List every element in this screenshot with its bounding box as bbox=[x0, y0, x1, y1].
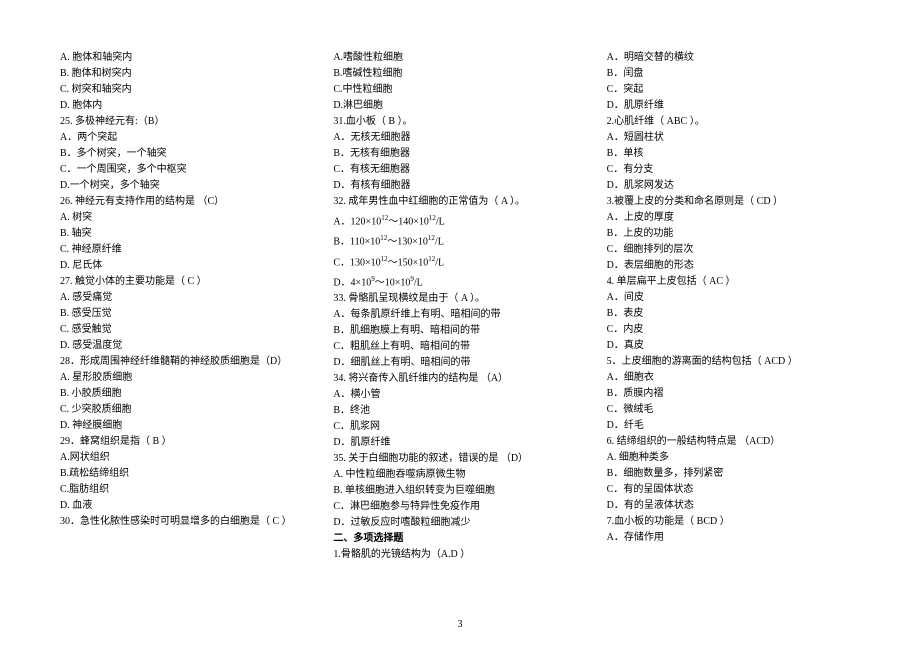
text-line: 1.骨骼肌的光镜结构为（A.D ） bbox=[333, 547, 586, 563]
text-line: B．无核有细胞器 bbox=[333, 146, 586, 162]
text-line: A．120×1012～140×1012/L bbox=[333, 210, 586, 230]
text-line: 26. 神经元有支持作用的结构是 （C） bbox=[60, 194, 313, 210]
text-line: A.嗜酸性粒细胞 bbox=[333, 50, 586, 66]
text-line: 二、多项选择题 bbox=[333, 531, 586, 547]
text-line: A．两个突起 bbox=[60, 130, 313, 146]
text-line: A. 感受痛觉 bbox=[60, 290, 313, 306]
text-line: B．单核 bbox=[607, 146, 860, 162]
text-line: 4. 单层扁平上皮包括（ AC ） bbox=[607, 274, 860, 290]
text-line: 27. 触觉小体的主要功能是（ C ） bbox=[60, 274, 313, 290]
text-line: A. 星形胶质细胞 bbox=[60, 370, 313, 386]
text-line: 3.被覆上皮的分类和命名原则是（ CD ） bbox=[607, 194, 860, 210]
text-line: D. 血液 bbox=[60, 498, 313, 514]
text-line: A．存储作用 bbox=[607, 530, 860, 546]
text-line: 31.血小板（ B ）。 bbox=[333, 114, 586, 130]
text-line: B．细胞数量多，排列紧密 bbox=[607, 466, 860, 482]
text-line: A．间皮 bbox=[607, 290, 860, 306]
text-line: 35. 关于白细胞功能的叙述，错误的是 （D） bbox=[333, 451, 586, 467]
text-line: B．闰盘 bbox=[607, 66, 860, 82]
text-line: B. 小胶质细胞 bbox=[60, 386, 313, 402]
text-line: C.中性粒细胞 bbox=[333, 82, 586, 98]
text-line: D. 神经膜细胞 bbox=[60, 418, 313, 434]
text-line: B．110×1012～130×1012/L bbox=[333, 230, 586, 250]
text-line: A．每条肌原纤维上有明、暗相间的带 bbox=[333, 307, 586, 323]
content-columns: A. 胞体和轴突内B. 胞体和树突内C. 树突和轴突内D. 胞体内25. 多极神… bbox=[60, 50, 860, 610]
text-line: C. 少突胶质细胞 bbox=[60, 402, 313, 418]
text-line: B．肌细胞膜上有明、暗相间的带 bbox=[333, 323, 586, 339]
text-line: A．短圆柱状 bbox=[607, 130, 860, 146]
text-line: D．肌原纤维 bbox=[333, 435, 586, 451]
text-line: A. 胞体和轴突内 bbox=[60, 50, 313, 66]
page-number: 3 bbox=[458, 619, 463, 630]
text-line: D．4×109～10×109/L bbox=[333, 271, 586, 291]
text-line: C．微绒毛 bbox=[607, 402, 860, 418]
text-line: D. 尼氏体 bbox=[60, 258, 313, 274]
text-line: B．质膜内褶 bbox=[607, 386, 860, 402]
text-line: B．上皮的功能 bbox=[607, 226, 860, 242]
text-line: B.嗜碱性粒细胞 bbox=[333, 66, 586, 82]
text-line: D. 胞体内 bbox=[60, 98, 313, 114]
text-line: D．真皮 bbox=[607, 338, 860, 354]
text-line: A．无核无细胞器 bbox=[333, 130, 586, 146]
text-line: D. 感受温度觉 bbox=[60, 338, 313, 354]
text-line: 30．急性化脓性感染时可明显增多的白细胞是（ C ） bbox=[60, 514, 313, 530]
text-line: 33. 骨骼肌呈现横纹是由于（ A ）。 bbox=[333, 291, 586, 307]
text-line: 6. 结缔组织的一般结构特点是 （ACD） bbox=[607, 434, 860, 450]
text-line: C. 神经原纤维 bbox=[60, 242, 313, 258]
text-line: A．细胞衣 bbox=[607, 370, 860, 386]
text-line: C．粗肌丝上有明、暗相间的带 bbox=[333, 339, 586, 355]
text-line: C．内皮 bbox=[607, 322, 860, 338]
text-line: D．过敏反应时嗜酸粒细胞减少 bbox=[333, 515, 586, 531]
text-line: 5．上皮细胞的游离面的结构包括（ ACD ） bbox=[607, 354, 860, 370]
text-line: B.疏松结缔组织 bbox=[60, 466, 313, 482]
text-line: A. 树突 bbox=[60, 210, 313, 226]
text-line: B. 胞体和树突内 bbox=[60, 66, 313, 82]
text-line: C．有分支 bbox=[607, 162, 860, 178]
text-line: 2.心肌纤维（ ABC ）。 bbox=[607, 114, 860, 130]
column-1: A. 胞体和轴突内B. 胞体和树突内C. 树突和轴突内D. 胞体内25. 多极神… bbox=[60, 50, 313, 610]
text-line: 29．蜂窝组织是指（ B ） bbox=[60, 434, 313, 450]
text-line: A．上皮的厚度 bbox=[607, 210, 860, 226]
text-line: C．一个周围突，多个中枢突 bbox=[60, 162, 313, 178]
text-line: C．肌浆网 bbox=[333, 419, 586, 435]
text-line: C．有的呈固体状态 bbox=[607, 482, 860, 498]
column-3: A．明暗交替的横纹B．闰盘C．突起D．肌原纤维2.心肌纤维（ ABC ）。A．短… bbox=[607, 50, 860, 610]
text-line: D．细肌丝上有明、暗相间的带 bbox=[333, 355, 586, 371]
text-line: D.淋巴细胞 bbox=[333, 98, 586, 114]
text-line: 28．形成周围神经纤维髓鞘的神经胶质细胞是（D） bbox=[60, 354, 313, 370]
text-line: A．明暗交替的横纹 bbox=[607, 50, 860, 66]
text-line: C．130×1012～150×1012/L bbox=[333, 251, 586, 271]
text-line: D．肌浆网发达 bbox=[607, 178, 860, 194]
text-line: A. 中性粒细胞吞噬病原微生物 bbox=[333, 467, 586, 483]
text-line: 34. 将兴奋传入肌纤维内的结构是 （A） bbox=[333, 371, 586, 387]
text-line: D．肌原纤维 bbox=[607, 98, 860, 114]
text-line: C.脂肪组织 bbox=[60, 482, 313, 498]
text-line: C．突起 bbox=[607, 82, 860, 98]
text-line: D.一个树突，多个轴突 bbox=[60, 178, 313, 194]
text-line: B．终池 bbox=[333, 403, 586, 419]
text-line: C. 树突和轴突内 bbox=[60, 82, 313, 98]
text-line: B．多个树突，一个轴突 bbox=[60, 146, 313, 162]
text-line: C．细胞排列的层次 bbox=[607, 242, 860, 258]
text-line: 32. 成年男性血中红细胞的正常值为（ A ）。 bbox=[333, 194, 586, 210]
text-line: D．有的呈液体状态 bbox=[607, 498, 860, 514]
text-line: C. 感受触觉 bbox=[60, 322, 313, 338]
text-line: B. 感受压觉 bbox=[60, 306, 313, 322]
text-line: 7.血小板的功能是（ BCD ） bbox=[607, 514, 860, 530]
text-line: A. 细胞种类多 bbox=[607, 450, 860, 466]
text-line: C．淋巴细胞参与特异性免疫作用 bbox=[333, 499, 586, 515]
text-line: D．纤毛 bbox=[607, 418, 860, 434]
text-line: B. 轴突 bbox=[60, 226, 313, 242]
text-line: D．表层细胞的形态 bbox=[607, 258, 860, 274]
text-line: 25. 多极神经元有:（B） bbox=[60, 114, 313, 130]
text-line: D．有核有细胞器 bbox=[333, 178, 586, 194]
text-line: B. 单核细胞进入组织转变为巨噬细胞 bbox=[333, 483, 586, 499]
text-line: C．有核无细胞器 bbox=[333, 162, 586, 178]
text-line: A.网状组织 bbox=[60, 450, 313, 466]
text-line: B．表皮 bbox=[607, 306, 860, 322]
column-2: A.嗜酸性粒细胞B.嗜碱性粒细胞C.中性粒细胞D.淋巴细胞31.血小板（ B ）… bbox=[333, 50, 586, 610]
text-line: A．横小管 bbox=[333, 387, 586, 403]
